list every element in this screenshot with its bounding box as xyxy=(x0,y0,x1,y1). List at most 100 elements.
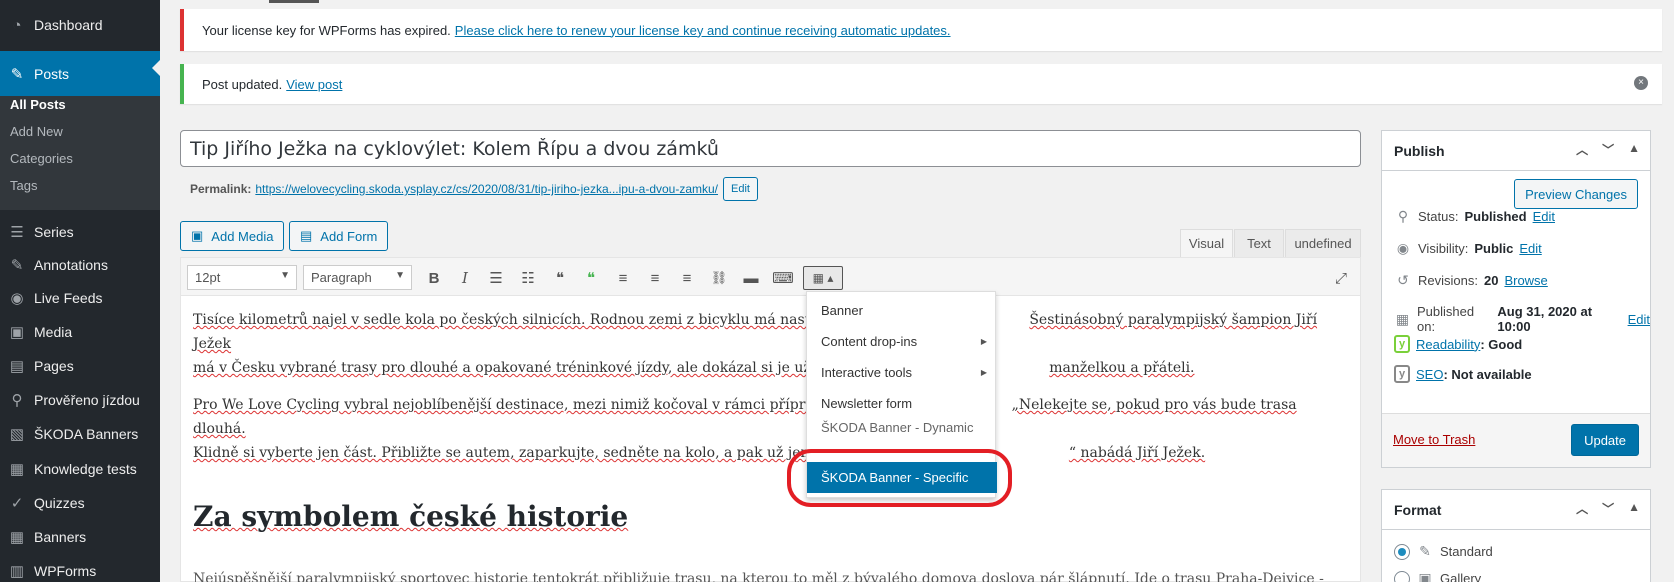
chevron-right-icon: ▶ xyxy=(980,367,987,377)
submenu-tags[interactable]: Tags xyxy=(10,178,37,193)
align-right-icon[interactable]: ≡ xyxy=(675,266,699,290)
menu-knowledge-tests[interactable]: ▦ Knowledge tests xyxy=(0,452,160,486)
link-icon[interactable]: ⛓ xyxy=(707,266,731,290)
radio-gallery[interactable] xyxy=(1394,570,1410,582)
annotation-icon: ✎ xyxy=(10,257,24,274)
shortcodes-icon[interactable]: ▦ ▴ xyxy=(803,266,843,290)
chevron-down-icon[interactable]: ﹀ xyxy=(1602,500,1614,517)
preview-changes-button[interactable]: Preview Changes xyxy=(1514,179,1638,209)
published-edit-link[interactable]: Edit xyxy=(1628,312,1650,327)
text-run: má v Česku vybrané trasy pro dlouhé a op… xyxy=(193,360,816,376)
menu-quizzes[interactable]: ✓ Quizzes xyxy=(0,486,160,520)
dismiss-icon[interactable]: × xyxy=(1634,76,1648,90)
dropdown-item-skoda-banner-specific[interactable]: ŠKODA Banner - Specific xyxy=(807,462,997,493)
update-button[interactable]: Update xyxy=(1571,424,1639,456)
radio-standard[interactable] xyxy=(1394,543,1410,560)
menu-pages[interactable]: ▤ Pages xyxy=(0,349,160,383)
keyboard-icon[interactable]: ⌨ xyxy=(771,266,795,290)
rss-icon: ◉ xyxy=(10,290,24,307)
media-icon: ▣ xyxy=(9,324,25,341)
readability-link[interactable]: Readability xyxy=(1416,337,1480,352)
revisions-browse-link[interactable]: Browse xyxy=(1504,273,1547,288)
submenu-categories[interactable]: Categories xyxy=(10,151,73,166)
status-row: ⚲ Status: Published Edit xyxy=(1394,208,1555,225)
menu-label: Prověřeno jízdou xyxy=(34,392,140,408)
menu-dashboard[interactable]: ◔ Dashboard xyxy=(0,8,160,42)
dropdown-item-interactive-tools[interactable]: Interactive tools ▶ xyxy=(807,357,997,387)
menu-label: Annotations xyxy=(34,257,108,273)
menu-skoda-banners[interactable]: ▧ ŠKODA Banners xyxy=(0,417,160,451)
menu-banners[interactable]: ▦ Banners xyxy=(0,520,160,554)
form-icon: ▥ xyxy=(9,563,25,580)
format-select[interactable]: Paragraph ▼ xyxy=(303,265,412,290)
format-option-gallery[interactable]: ▣ Gallery xyxy=(1394,570,1481,582)
view-post-link[interactable]: View post xyxy=(286,77,342,92)
status-edit-link[interactable]: Edit xyxy=(1533,209,1555,224)
publish-controls: ︿ ﹀ ▲ xyxy=(1576,141,1640,158)
align-center-icon[interactable]: ≡ xyxy=(643,266,667,290)
submenu-add-new[interactable]: Add New xyxy=(10,124,63,139)
dropdown-item-label: Banner xyxy=(821,302,863,318)
chevron-up-icon[interactable]: ︿ xyxy=(1576,141,1588,158)
image-icon: ▧ xyxy=(9,426,25,443)
dropdown-item-skoda-banner-dynamic[interactable]: ŠKODA Banner - Dynamic xyxy=(807,419,997,437)
published-on-row: ▦ Published on: Aug 31, 2020 at 10:00 Ed… xyxy=(1394,304,1650,334)
dropdown-item-label: ŠKODA Banner - Dynamic xyxy=(821,420,974,435)
quote-icon[interactable]: ❝ xyxy=(548,266,572,290)
tab-visual[interactable]: Visual xyxy=(1180,229,1233,257)
italic-icon[interactable]: I xyxy=(453,266,477,290)
menu-provereno-jizdou[interactable]: ⚲ Prověřeno jízdou xyxy=(0,383,160,417)
menu-media[interactable]: ▣ Media xyxy=(0,315,160,349)
menu-series[interactable]: ☰ Series xyxy=(0,215,160,249)
chevron-up-icon[interactable]: ︿ xyxy=(1576,500,1588,517)
post-updated-text: Post updated. xyxy=(202,76,283,92)
menu-annotations[interactable]: ✎ Annotations xyxy=(0,248,160,282)
publish-footer: Move to Trash Update xyxy=(1382,413,1650,467)
move-to-trash-link[interactable]: Move to Trash xyxy=(1393,432,1475,447)
tab-undefined[interactable]: undefined xyxy=(1285,229,1361,257)
grid-icon: ▦ xyxy=(9,461,25,478)
dropdown-item-content-drop-ins[interactable]: Content drop-ins ▶ xyxy=(807,326,997,356)
add-media-button[interactable]: ▣ Add Media xyxy=(180,221,285,251)
menu-label: Posts xyxy=(34,65,70,82)
fullscreen-icon[interactable]: ⤢ xyxy=(1329,266,1353,290)
posts-submenu: All Posts Add New Categories Tags xyxy=(0,96,160,210)
renew-license-link[interactable]: Please click here to renew your license … xyxy=(455,23,951,38)
format-title: Format xyxy=(1394,501,1442,518)
readability-row: y Readability: Good xyxy=(1394,335,1522,353)
format-box: Format ︿ ﹀ ▲ ✎ Standard ▣ Gallery xyxy=(1381,489,1651,582)
form-icon: ▤ xyxy=(300,228,313,243)
menu-live-feeds[interactable]: ◉ Live Feeds xyxy=(0,281,160,315)
pin-icon: ✎ xyxy=(1419,543,1431,559)
menu-label: Banners xyxy=(34,529,87,545)
submenu-all-posts[interactable]: All Posts xyxy=(10,97,66,112)
collapse-icon[interactable]: ▲ xyxy=(1628,141,1640,158)
align-left-icon[interactable]: ≡ xyxy=(611,266,635,290)
bold-icon[interactable]: B xyxy=(422,266,446,290)
post-title-input[interactable] xyxy=(180,130,1361,167)
dropdown-item-newsletter-form[interactable]: Newsletter form xyxy=(807,388,997,418)
bullet-list-icon[interactable]: ☰ xyxy=(484,266,508,290)
editor-toolbar: 12pt ▼ Paragraph ▼ B I ☰ ☷ ❝ ❝ ≡ ≡ ≡ ⛓ ▬… xyxy=(180,257,1361,296)
format-gallery-label: Gallery xyxy=(1440,571,1482,582)
chevron-down-icon[interactable]: ﹀ xyxy=(1602,141,1614,158)
visibility-edit-link[interactable]: Edit xyxy=(1519,241,1541,256)
menu-wpforms[interactable]: ▥ WPForms xyxy=(0,554,160,582)
menu-posts[interactable]: ✎ Posts xyxy=(0,51,160,96)
publish-header: Publish ︿ ﹀ ▲ xyxy=(1382,131,1650,171)
seo-link[interactable]: SEO xyxy=(1416,367,1443,382)
paragraph-3: Nejúspěšnější paralympijský sportovec hi… xyxy=(193,571,1324,582)
green-quote-icon[interactable]: ❝ xyxy=(579,266,603,290)
editor-content[interactable]: Tisíce kilometrů najel v sedle kola po č… xyxy=(193,308,1343,582)
permalink-url[interactable]: https://welovecycling.skoda.ysplay.cz/cs… xyxy=(255,182,718,196)
dropdown-item-banner[interactable]: Banner xyxy=(807,295,997,325)
format-option-standard[interactable]: ✎ Standard xyxy=(1394,543,1493,560)
add-form-button[interactable]: ▤ Add Form xyxy=(289,221,389,251)
tab-text[interactable]: Text xyxy=(1234,229,1284,257)
more-icon[interactable]: ▬ xyxy=(739,266,763,290)
collapse-icon[interactable]: ▲ xyxy=(1628,500,1640,517)
permalink-edit-button[interactable]: Edit xyxy=(723,177,758,201)
numbered-list-icon[interactable]: ☷ xyxy=(516,266,540,290)
font-size-select[interactable]: 12pt ▼ xyxy=(187,265,297,290)
format-standard-label: Standard xyxy=(1440,544,1493,559)
